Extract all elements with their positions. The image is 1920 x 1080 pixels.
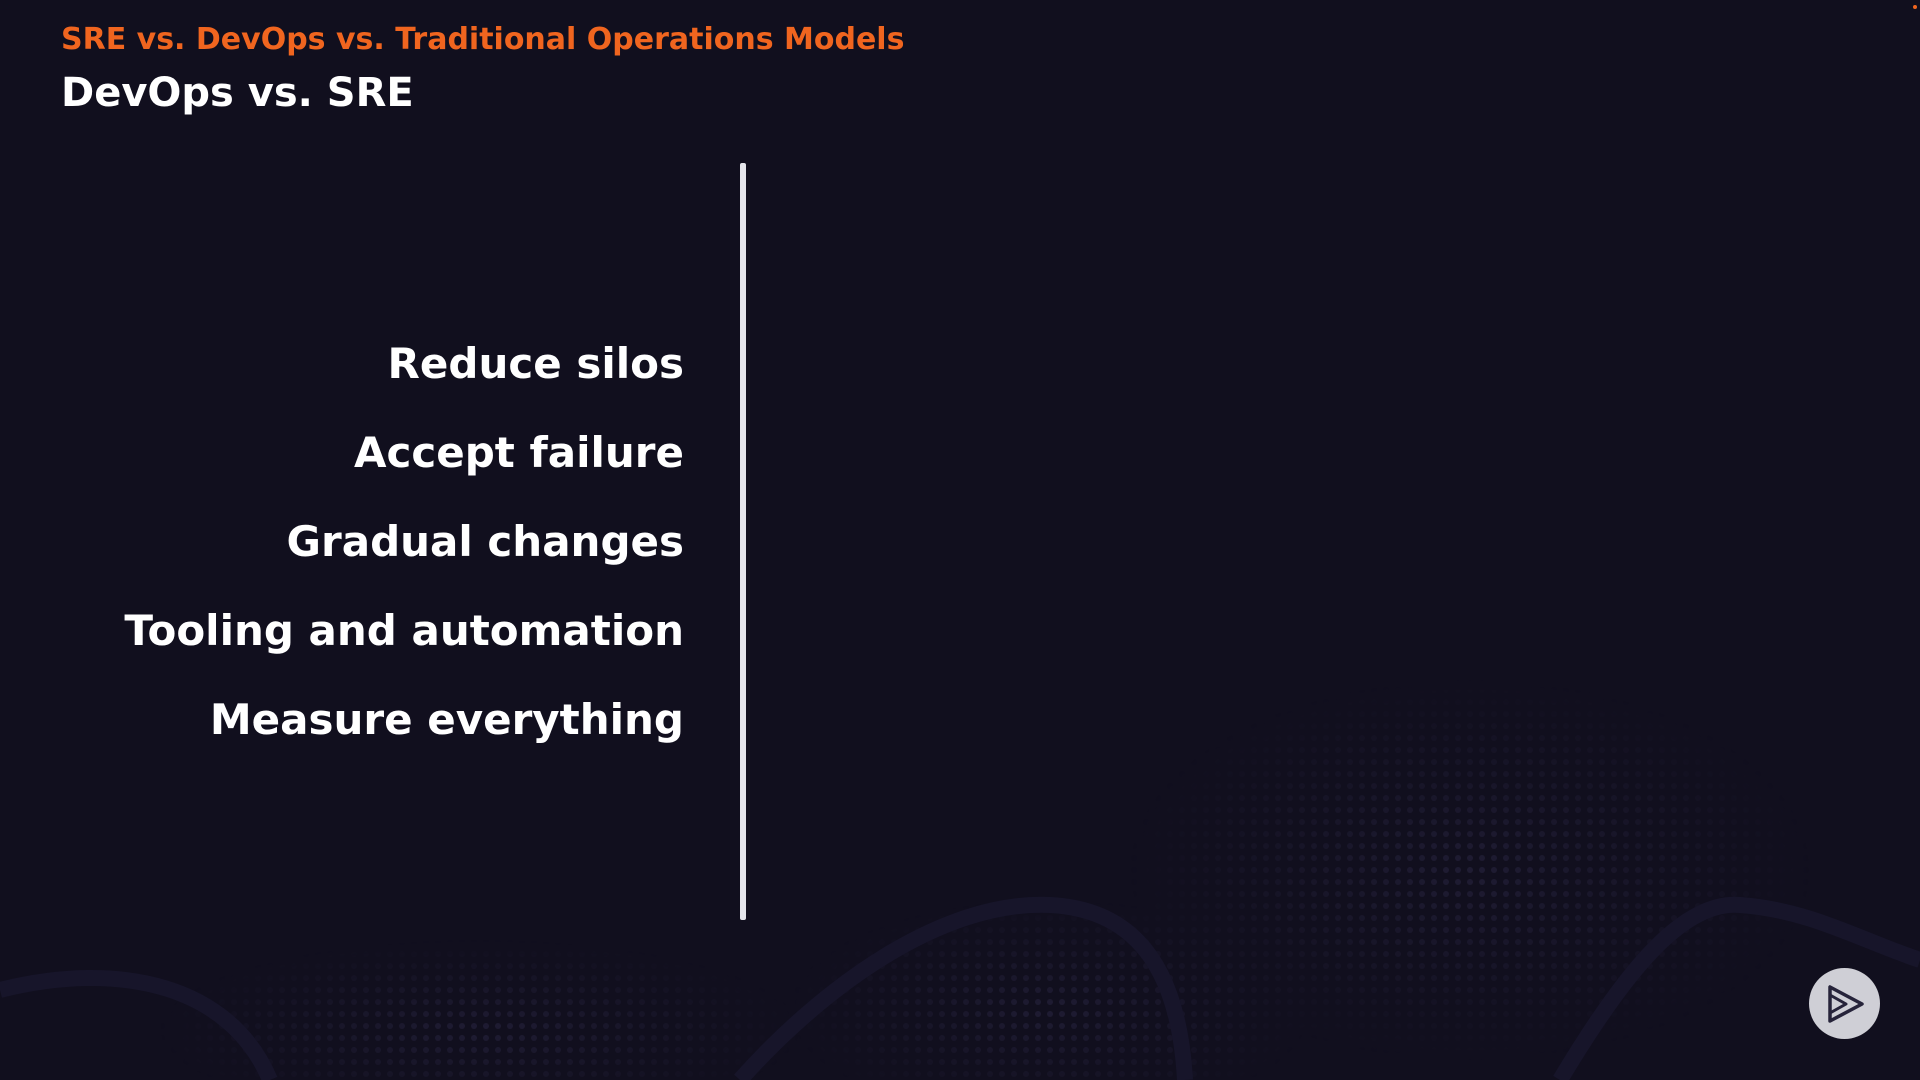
list-item: Tooling and automation: [124, 606, 684, 655]
slide-title: DevOps vs. SRE: [61, 70, 414, 116]
list-item: Gradual changes: [286, 517, 684, 566]
corner-marker: [1913, 5, 1917, 9]
slide: SRE vs. DevOps vs. Traditional Operation…: [0, 0, 1920, 1080]
pluralsight-play-icon: [1809, 968, 1880, 1039]
list-item: Reduce silos: [387, 339, 684, 388]
vertical-divider: [740, 163, 746, 920]
list-item: Measure everything: [209, 695, 684, 744]
list-item: Accept failure: [353, 428, 684, 477]
devops-principles-list: Reduce silos Accept failure Gradual chan…: [100, 330, 684, 775]
section-title: SRE vs. DevOps vs. Traditional Operation…: [61, 22, 905, 57]
